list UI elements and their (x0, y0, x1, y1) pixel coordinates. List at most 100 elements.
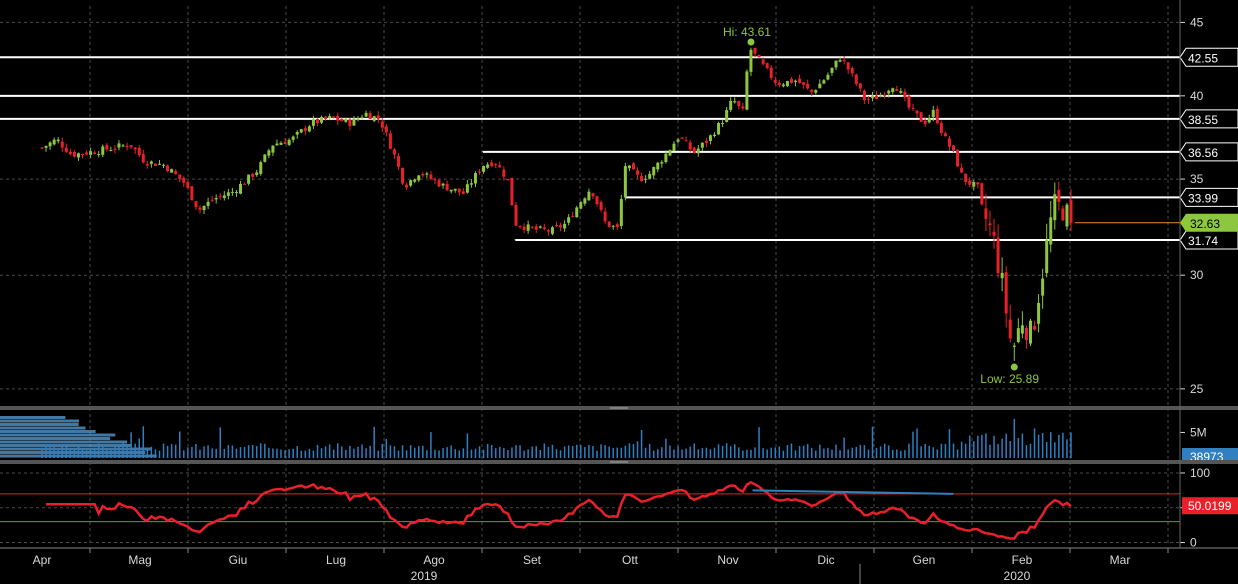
volume-profile-bar (0, 444, 131, 447)
candle-body (619, 198, 623, 226)
last-price-label: 32.63 (1190, 217, 1220, 231)
month-label: Mag (128, 553, 151, 567)
candle-body (186, 182, 190, 188)
candle-body (534, 226, 538, 230)
candle-body (449, 189, 453, 192)
candle-body (684, 140, 688, 142)
high-label: Hi: 43.61 (723, 25, 771, 39)
candle-body (623, 166, 627, 198)
candle-body (125, 145, 129, 148)
candle-body (380, 121, 384, 128)
candle-body (583, 198, 587, 204)
level-tag: 38.55 (1179, 109, 1238, 129)
candle-body (1028, 320, 1032, 344)
candle-body (194, 201, 198, 208)
price-tick-label: 25 (1190, 382, 1204, 396)
candle-body (60, 141, 64, 148)
candle-body (352, 118, 356, 126)
candle-body (344, 118, 348, 122)
candle-body (640, 176, 644, 182)
candle-body (559, 225, 563, 228)
candle-body (405, 184, 409, 188)
candle-body (826, 74, 830, 80)
candle-body (336, 115, 340, 121)
candle-body (595, 196, 599, 205)
candle-body (226, 192, 230, 196)
candle-body (121, 145, 125, 147)
candle-body (794, 80, 798, 82)
candle-body (923, 120, 927, 125)
candle-body (615, 224, 619, 228)
candle-body (271, 145, 275, 153)
candle-body (753, 47, 757, 54)
volume-profile-bar (0, 423, 79, 426)
candle-body (1065, 204, 1069, 227)
month-label: Feb (1012, 553, 1033, 567)
candle-body (749, 49, 753, 72)
candle-body (518, 225, 522, 227)
candle-body (384, 126, 388, 133)
candle-body (417, 175, 421, 181)
candle-body (259, 162, 263, 174)
candle-body (275, 143, 279, 146)
candle-body (145, 163, 149, 166)
candle-body (611, 225, 615, 227)
candle-body (1012, 345, 1016, 347)
volume-profile-bar (0, 433, 116, 437)
candle-body (741, 106, 745, 109)
candle-body (927, 118, 931, 123)
candle-body (461, 191, 465, 195)
candle-body (850, 68, 854, 74)
candle-body (478, 171, 482, 173)
candle-body (522, 226, 526, 230)
level-tag-label: 42.55 (1188, 51, 1218, 65)
candle-body (988, 223, 992, 226)
candle-body (802, 82, 806, 85)
candle-body (162, 164, 166, 166)
candle-body (834, 60, 838, 68)
candle-body (919, 112, 923, 122)
candle-body (105, 144, 109, 150)
candle-body (441, 183, 445, 186)
candle-body (757, 55, 761, 58)
candle-body (1049, 217, 1053, 245)
candle-body (1053, 194, 1057, 221)
candle-body (935, 108, 939, 124)
candle-body (469, 183, 473, 185)
candle-body (1020, 325, 1024, 334)
candle-body (328, 115, 332, 118)
candle-body (356, 118, 360, 120)
candle-body (76, 153, 80, 158)
candle-body (567, 217, 571, 223)
candle-body (40, 147, 44, 149)
candle-body (48, 142, 52, 147)
month-label: Mar (1110, 553, 1131, 567)
candle-body (421, 174, 425, 176)
candle-body (992, 231, 996, 236)
candle-body (247, 174, 251, 184)
candle-body (437, 180, 441, 187)
candle-body (644, 178, 648, 180)
candle-body (255, 172, 259, 176)
low-marker (1010, 363, 1018, 371)
candle-body (1061, 208, 1065, 221)
candle-body (980, 183, 984, 205)
candle-body (789, 78, 793, 83)
candle-body (571, 215, 575, 217)
candle-body (360, 117, 364, 119)
candle-body (93, 152, 97, 155)
volume-profile-bar (0, 419, 80, 423)
candle-body (911, 107, 915, 109)
candle-body (303, 128, 307, 131)
candle-body (603, 211, 607, 222)
candle-body (214, 197, 218, 200)
candle-body (660, 162, 664, 164)
candle-body (230, 191, 234, 193)
candle-body (769, 67, 773, 78)
candle-body (712, 134, 716, 137)
candle-body (875, 95, 879, 99)
candle-body (198, 207, 202, 210)
candle-body (810, 89, 814, 93)
candle-body (166, 165, 170, 172)
candle-body (486, 164, 490, 168)
